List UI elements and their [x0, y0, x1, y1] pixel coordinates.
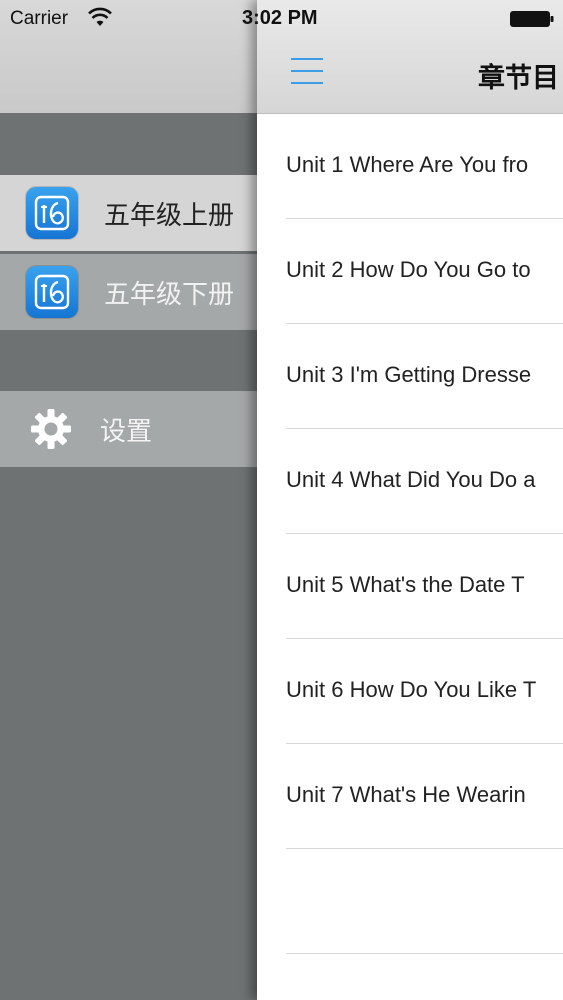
drawer-item-label: 设置	[100, 416, 153, 447]
drawer-item-label: 五年级上册	[104, 200, 235, 231]
empty-list-row	[286, 849, 563, 954]
page-title: 章节目	[478, 63, 559, 94]
list-item[interactable]: Unit 1 Where Are You fro	[286, 114, 563, 219]
list-item[interactable]: Unit 5 What's the Date T	[286, 534, 563, 639]
drawer-item-label: 五年级下册	[104, 279, 235, 310]
gear-icon	[31, 409, 71, 449]
list-item-label: Unit 3 I'm Getting Dresse	[286, 362, 532, 387]
list-item-label: Unit 1 Where Are You fro	[286, 152, 529, 177]
side-drawer: 五年级上册 五年级下册 设置	[0, 0, 257, 1000]
status-bar: Carrier 3:02 PM	[0, 0, 563, 38]
list-item[interactable]: Unit 4 What Did You Do a	[286, 429, 563, 534]
unit-list: Unit 1 Where Are You fro Unit 2 How Do Y…	[257, 114, 563, 954]
list-item[interactable]: Unit 2 How Do You Go to	[286, 219, 563, 324]
list-item-label: Unit 7 What's He Wearin	[286, 782, 526, 807]
list-item-label: Unit 5 What's the Date T	[286, 572, 525, 597]
drawer-item-settings[interactable]: 设置	[0, 391, 257, 467]
drawer-item-grade5-vol2[interactable]: 五年级下册	[0, 254, 257, 330]
main-panel: 章节目 Unit 1 Where Are You fro Unit 2 How …	[257, 0, 563, 1000]
battery-icon	[510, 11, 554, 27]
book-app-icon	[26, 266, 78, 318]
carrier-label: Carrier	[10, 8, 69, 29]
status-time: 3:02 PM	[242, 7, 318, 29]
list-item[interactable]: Unit 7 What's He Wearin	[286, 744, 563, 849]
drawer-item-grade5-vol1[interactable]: 五年级上册	[0, 175, 257, 251]
list-item-label: Unit 2 How Do You Go to	[286, 257, 531, 282]
list-item-label: Unit 4 What Did You Do a	[286, 467, 536, 492]
list-item[interactable]: Unit 6 How Do You Like T	[286, 639, 563, 744]
book-app-icon	[26, 187, 78, 239]
list-item-label: Unit 6 How Do You Like T	[286, 677, 537, 702]
list-item[interactable]: Unit 3 I'm Getting Dresse	[286, 324, 563, 429]
hamburger-menu-icon[interactable]	[291, 58, 323, 84]
wifi-icon	[88, 7, 112, 26]
